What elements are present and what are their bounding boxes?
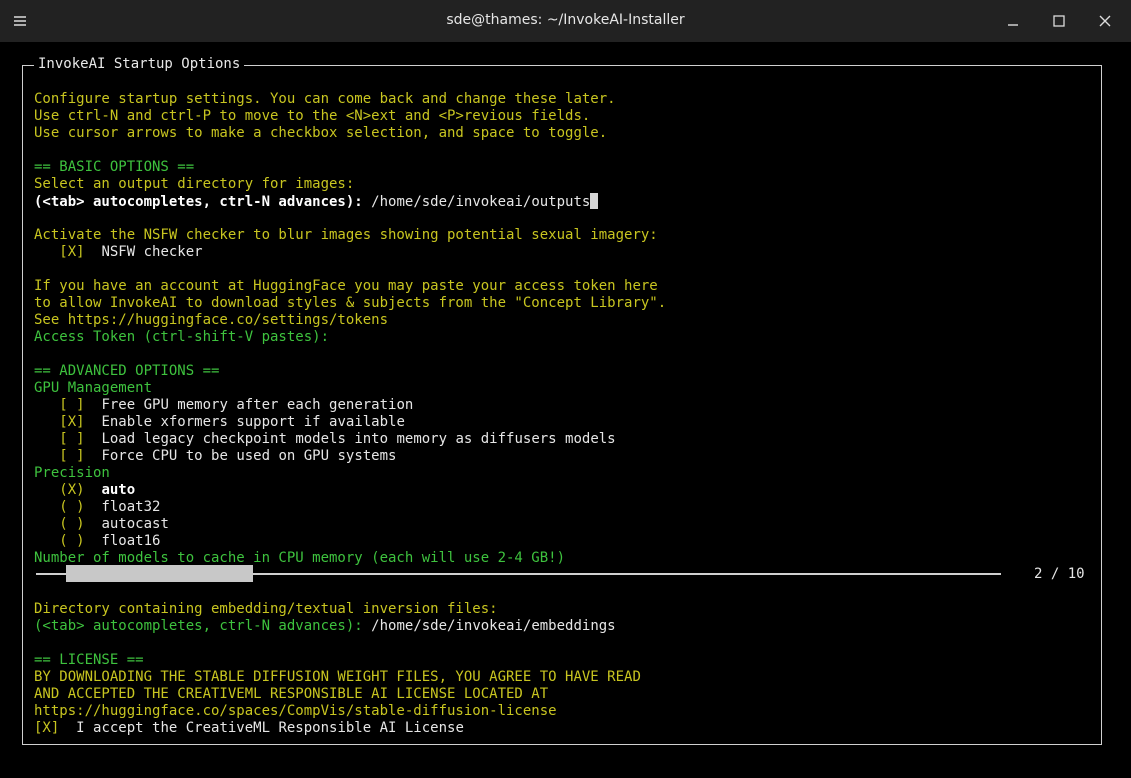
cache-slider-fill[interactable] [66,565,253,582]
checkbox-mark: [X] [59,244,85,260]
outdir-prompt: Select an output directory for images: [34,176,355,192]
checkbox-label: Enable xformers support if available [101,414,405,430]
access-token-field[interactable]: Access Token (ctrl-shift-V pastes): [34,329,329,346]
outdir-label: (<tab> autocompletes, ctrl-N advances): [34,194,363,210]
minimize-icon[interactable] [1001,9,1025,33]
dialog-title: InvokeAI Startup Options [34,56,245,73]
radio-mark: (X) [59,482,85,498]
license-link: https://huggingface.co/spaces/CompVis/st… [34,703,557,719]
close-icon[interactable] [1093,9,1117,33]
precision-header: Precision [34,465,110,481]
checkbox-label: Free GPU memory after each generation [101,397,414,413]
outdir-field[interactable]: (<tab> autocompletes, ctrl-N advances): … [34,193,599,211]
window-title: sde@thames: ~/InvokeAI-Installer [446,12,685,28]
text-cursor [590,193,599,209]
checkbox-label: I accept the CreativeML Responsible AI L… [76,720,464,736]
precision-option-float16[interactable]: ( ) float16 [34,533,160,550]
embed-input[interactable]: /home/sde/invokeai/embeddings [371,618,615,634]
nsfw-checkbox[interactable]: [X] NSFW checker [34,244,203,261]
gpu-option-force-cpu[interactable]: [ ] Force CPU to be used on GPU systems [34,448,396,465]
cache-slider-value: 2 / 10 [1034,566,1085,582]
embed-prompt: Directory containing embedding/textual i… [34,601,498,617]
license-line: AND ACCEPTED THE CREATIVEML RESPONSIBLE … [34,686,549,702]
checkbox-label: NSFW checker [101,244,203,260]
radio-label: auto [101,482,136,498]
gpu-management-header: GPU Management [34,380,153,396]
radio-mark: ( ) [59,499,85,515]
precision-option-autocast[interactable]: ( ) autocast [34,516,169,533]
license-accept-checkbox[interactable]: [X] I accept the CreativeML Responsible … [34,720,464,737]
radio-label: float32 [101,499,161,515]
radio-label: float16 [101,533,161,549]
precision-option-auto[interactable]: (X) auto [34,482,135,499]
hf-info-line: If you have an account at HuggingFace yo… [34,278,658,294]
checkbox-mark: [X] [59,414,85,430]
checkbox-mark: [ ] [59,448,85,464]
embed-label: (<tab> autocompletes, ctrl-N advances): [34,618,363,634]
radio-mark: ( ) [59,516,85,532]
radio-mark: ( ) [59,533,85,549]
advanced-options-header: == ADVANCED OPTIONS == [34,363,220,379]
radio-label: autocast [101,516,169,532]
gpu-option-legacy-checkpoint[interactable]: [ ] Load legacy checkpoint models into m… [34,431,616,448]
precision-option-float32[interactable]: ( ) float32 [34,499,160,516]
gpu-option-free-memory[interactable]: [ ] Free GPU memory after each generatio… [34,397,413,414]
nsfw-prompt: Activate the NSFW checker to blur images… [34,227,658,243]
outdir-input[interactable]: /home/sde/invokeai/outputs [371,194,590,210]
license-header: == LICENSE == [34,652,144,668]
maximize-icon[interactable] [1047,9,1071,33]
checkbox-mark: [X] [34,720,60,736]
intro-line: Use ctrl-N and ctrl-P to move to the <N>… [34,108,591,124]
checkbox-mark: [ ] [59,431,85,447]
intro-line: Use cursor arrows to make a checkbox sel… [34,125,608,141]
checkbox-mark: [ ] [59,397,85,413]
checkbox-label: Load legacy checkpoint models into memor… [101,431,616,447]
terminal-area: InvokeAI Startup Options Configure start… [0,42,1131,778]
embed-field[interactable]: (<tab> autocompletes, ctrl-N advances): … [34,618,616,635]
checkbox-label: Force CPU to be used on GPU systems [101,448,397,464]
hf-info-line: See https://huggingface.co/settings/toke… [34,312,389,328]
license-line: BY DOWNLOADING THE STABLE DIFFUSION WEIG… [34,669,641,685]
intro-line: Configure startup settings. You can come… [34,91,616,107]
window-titlebar: sde@thames: ~/InvokeAI-Installer [0,0,1131,42]
basic-options-header: == BASIC OPTIONS == [34,159,195,175]
hf-info-line: to allow InvokeAI to download styles & s… [34,295,667,311]
gpu-option-xformers[interactable]: [X] Enable xformers support if available [34,414,405,431]
